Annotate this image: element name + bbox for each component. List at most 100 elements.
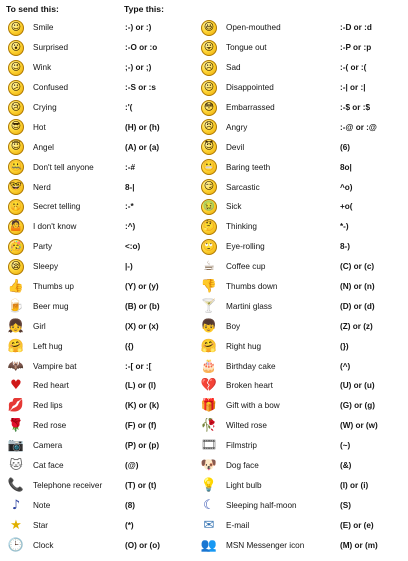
hot-sunglasses-icon: 😎 xyxy=(8,119,24,136)
emoticon-icon-cell: 🎁 xyxy=(201,396,217,416)
emoticon-shortcut-code: +o( xyxy=(340,202,353,212)
gift-icon: 🎁 xyxy=(201,398,217,414)
angry-glyph: 😠 xyxy=(203,121,215,133)
emoticon-icon-cell: 🤔 xyxy=(201,217,217,237)
table-row: 🐱 Cat face (@) 🐶 Dog face (&) xyxy=(0,456,408,476)
boy-glyph: 👦 xyxy=(201,318,217,334)
table-row: 🦇 Vampire bat:-[ or :[🎂 Birthday cake (^) xyxy=(0,356,408,376)
martini-glass-icon: 🍸 xyxy=(201,298,217,314)
emoticon-shortcut-code: :-# xyxy=(125,162,136,172)
party-icon: 🥳 xyxy=(8,238,24,255)
emoticon-shortcut-code: (F) or (f) xyxy=(125,421,157,431)
emoticon-shortcut-code: (8) xyxy=(125,500,136,510)
emoticon-name: Right hug xyxy=(226,341,262,351)
table-row: 🍺 Beer mug (B) or (b) 🍸 Martini glass (D) or … xyxy=(0,296,408,316)
emoticon-icon-cell: 💡 xyxy=(201,475,217,495)
emoticon-name: Surprised xyxy=(33,43,69,53)
birthday-cake-glyph: 🎂 xyxy=(201,358,217,374)
disappointed-glyph: 😐 xyxy=(203,81,215,93)
emoticon-icon-cell: 📷 xyxy=(8,436,24,456)
emoticon-name: Party xyxy=(33,242,53,252)
cat-face-glyph: 🐱 xyxy=(9,458,23,474)
embarrassed-glyph: 😳 xyxy=(203,101,215,113)
dont-know-icon: 🤷 xyxy=(8,218,24,235)
emoticon-icon-cell: 🍸 xyxy=(201,296,217,316)
girl-glyph: 👧 xyxy=(8,318,24,334)
secret-telling-icon: 🤫 xyxy=(8,198,24,215)
emoticon-icon-cell: 😠 xyxy=(201,117,217,137)
emoticon-icon-cell: 😏 xyxy=(201,177,217,197)
emoticon-name: Eye-rolling xyxy=(226,242,265,252)
open-mouthed-glyph: 😃 xyxy=(203,21,215,33)
table-row: 📷 Camera (P) or (p) 🎞 Filmstrip (~) xyxy=(0,436,408,456)
emoticon-icon-cell: 📞 xyxy=(8,475,24,495)
half-moon-glyph: ☾ xyxy=(203,497,215,513)
emoticon-shortcut-code: *-) xyxy=(340,222,349,232)
smile-icon: ☺ xyxy=(8,19,24,36)
emoticon-icon-cell: 😮 xyxy=(8,38,24,58)
emoticon-name: Sad xyxy=(226,63,241,73)
emoticon-name: Sleepy xyxy=(33,262,59,272)
emoticon-name: Embarrassed xyxy=(226,103,275,112)
emoticon-name: Angel xyxy=(33,142,54,152)
emoticon-shortcut-code: |-) xyxy=(125,262,133,272)
clock-glyph: 🕒 xyxy=(8,537,24,553)
emoticon-icon-cell: 😛 xyxy=(201,38,217,58)
emoticon-name: MSN Messenger icon xyxy=(226,540,305,550)
emoticon-shortcut-code: (}) xyxy=(340,341,349,351)
thinking-icon: 🤔 xyxy=(201,218,217,235)
emoticon-shortcut-code: :'( xyxy=(125,103,133,112)
coffee-cup-icon: ☕ xyxy=(201,259,217,275)
red-lips-icon: 💋 xyxy=(8,398,24,414)
filmstrip-icon: 🎞 xyxy=(201,438,217,454)
martini-glass-glyph: 🍸 xyxy=(201,298,217,314)
emoticon-shortcut-code: (E) or (e) xyxy=(340,520,374,530)
emoticon-shortcut-code: :-P or :p xyxy=(340,43,372,53)
emoticon-name: Thumbs down xyxy=(226,282,278,292)
emoticon-icon-cell: 🕒 xyxy=(8,535,24,555)
msn-messenger-icon: 👥 xyxy=(201,537,217,553)
emoticon-shortcut-code: (K) or (k) xyxy=(125,401,160,411)
nerd-icon: 🤓 xyxy=(8,179,24,196)
wink-glyph: 😉 xyxy=(10,61,22,73)
emoticon-icon-cell: ★ xyxy=(8,515,24,535)
vampire-bat-icon: 🦇 xyxy=(8,358,24,374)
table-row: 🕒 Clock (O) or (o) 👥 MSN Messenger icon (M) o… xyxy=(0,535,408,555)
emoticon-shortcut-code: (*) xyxy=(125,520,134,530)
table-row: 🤷 I don't know:^) 🤔 Thinking *-) xyxy=(0,217,408,237)
birthday-cake-icon: 🎂 xyxy=(201,358,217,374)
emoticon-shortcut-code: (B) or (b) xyxy=(125,301,160,311)
right-hug-icon: 🤗 xyxy=(201,338,217,354)
emoticon-icon-cell: ☾ xyxy=(201,495,217,515)
emoticon-icon-cell: 🍺 xyxy=(8,296,24,316)
right-hug-glyph: 🤗 xyxy=(201,338,217,354)
email-icon: ✉ xyxy=(201,517,217,533)
hot-sunglasses-glyph: 😎 xyxy=(10,121,22,133)
red-heart-glyph: ♥ xyxy=(10,378,22,394)
emoticon-icon-cell: 💋 xyxy=(8,396,24,416)
sarcastic-icon: 😏 xyxy=(201,179,217,196)
telephone-receiver-glyph: 📞 xyxy=(8,477,24,493)
red-heart-icon: ♥ xyxy=(8,378,24,394)
sick-glyph: 🤢 xyxy=(202,200,216,212)
vampire-bat-glyph: 🦇 xyxy=(8,358,24,374)
table-row: 🤓 Nerd 8-| 😏 Sarcastic ^o) xyxy=(0,177,408,197)
emoticon-shortcut-code: (D) or (d) xyxy=(340,301,375,311)
coffee-cup-glyph: ☕ xyxy=(203,259,215,275)
open-mouthed-icon: 😃 xyxy=(201,19,217,36)
emoticon-shortcut-code: ;-) or ;) xyxy=(125,63,152,73)
emoticon-shortcut-code: (G) or (g) xyxy=(340,401,376,411)
emoticon-shortcut-code: (^) xyxy=(340,361,351,371)
emoticon-icon-cell: 🐶 xyxy=(201,456,217,476)
email-glyph: ✉ xyxy=(203,517,215,533)
dont-tell-icon: 🤐 xyxy=(8,159,24,176)
emoticon-shortcut-code: 8-| xyxy=(125,182,135,192)
star-icon: ★ xyxy=(8,517,24,533)
surprised-glyph: 😮 xyxy=(10,41,22,53)
sleepy-icon: 😪 xyxy=(8,258,24,275)
confused-icon: 😕 xyxy=(8,79,24,96)
angel-icon: 😇 xyxy=(8,139,24,156)
emoticon-shortcut-code: (&) xyxy=(340,461,352,471)
sick-icon: 🤢 xyxy=(201,198,217,215)
emoticon-icon-cell: 🤐 xyxy=(8,157,24,177)
